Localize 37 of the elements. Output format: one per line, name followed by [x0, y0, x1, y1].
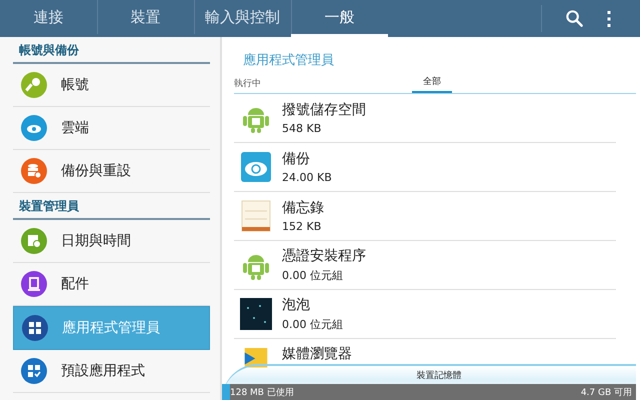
storage-label: 裝置記憶體	[416, 370, 462, 383]
app-name: 撥號儲存空間	[282, 101, 366, 119]
settings-item[interactable]: 備份與重設	[13, 150, 210, 193]
memo-icon	[240, 200, 272, 232]
settings-item[interactable]: 帳號	[13, 64, 210, 107]
app-name: 憑證安裝程序	[282, 247, 366, 265]
tab[interactable]: 裝置	[97, 0, 194, 37]
search-icon[interactable]	[565, 9, 584, 28]
app-row[interactable]: 憑證安裝程序 0.00 位元組	[234, 241, 616, 290]
menu-icon[interactable]	[606, 8, 612, 28]
settings-item[interactable]: 日期與時間	[13, 220, 210, 263]
tab[interactable]: 連接	[0, 0, 97, 37]
storage-free: 4.7 GB 可用	[580, 386, 633, 398]
app-name: 媒體瀏覽器	[282, 345, 352, 363]
app-size: 0.00 位元組	[282, 268, 344, 283]
section-header: 帳號與備份	[13, 37, 210, 64]
app-row[interactable]: 撥號儲存空間 548 KB	[234, 94, 616, 143]
section-header: 裝置管理員	[13, 193, 210, 220]
settings-item[interactable]: 雲端	[13, 107, 210, 150]
storage-used: 128 MB 已使用	[229, 386, 295, 398]
app-row[interactable]: 泡泡 0.00 位元組	[234, 290, 616, 339]
settings-item[interactable]: 預設應用程式	[13, 350, 210, 393]
app-size: 0.00 位元組	[282, 317, 343, 332]
tab[interactable]: 執行中	[234, 77, 412, 93]
app-size: 24.00 KB	[282, 171, 332, 184]
panel-title: 應用程式管理員	[242, 52, 335, 70]
app-size: 548 KB	[282, 122, 322, 135]
app-size: 152 KB	[282, 220, 322, 233]
photo-placeholder	[240, 298, 272, 330]
app-row[interactable]: 備份 24.00 KB	[234, 143, 616, 192]
tab[interactable]: 輸入與控制	[194, 0, 291, 37]
app-name: 泡泡	[282, 296, 311, 314]
app-name: 備忘錄	[282, 199, 324, 217]
app-name: 備份	[282, 150, 311, 168]
tab[interactable]: 全部	[412, 75, 452, 93]
app-row[interactable]: 備忘錄 152 KB	[234, 192, 616, 241]
tab[interactable]: 一般	[291, 0, 388, 37]
